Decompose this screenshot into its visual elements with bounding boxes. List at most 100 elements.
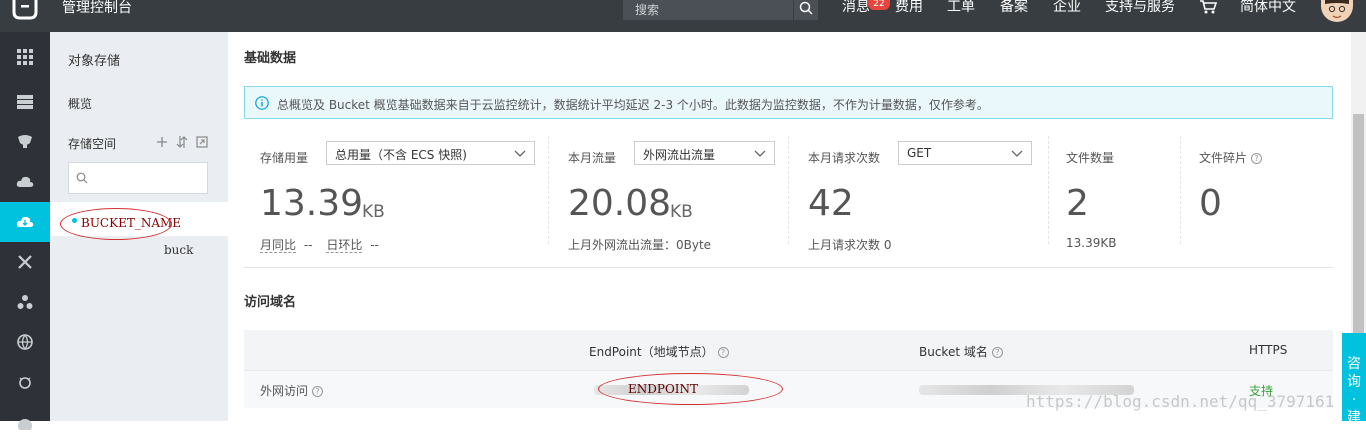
requests-value: 42 (808, 183, 854, 224)
files-value: 2 (1066, 183, 1089, 224)
help-icon[interactable]: ? (717, 347, 729, 358)
avatar-face-icon (1325, 0, 1349, 19)
message-count-badge: 22 (868, 0, 890, 10)
info-icon (255, 96, 269, 110)
rail-cdn[interactable] (0, 282, 50, 322)
storage-unit: KB (362, 202, 385, 222)
bucket-search-input[interactable] (91, 169, 201, 187)
help-icon[interactable]: ? (1251, 153, 1263, 164)
search-icon (76, 172, 88, 184)
info-notice: 总概览及 Bucket 概览基础数据来自于云监控统计，数据统计平均延迟 2-3 … (244, 86, 1333, 119)
cluster-icon (17, 295, 33, 309)
annotation-ellipse (60, 208, 172, 240)
info-text: 总概览及 Bucket 概览基础数据来自于云监控统计，数据统计平均延迟 2-3 … (277, 98, 989, 112)
nav-support[interactable]: 支持与服务 (1105, 0, 1175, 14)
aliyun-logo-icon[interactable] (10, 0, 40, 22)
stat-divider (1048, 136, 1049, 244)
dod-label: 日环比 (326, 238, 363, 253)
nav-billing[interactable]: 费用 (895, 0, 923, 14)
dod-value: -- (370, 238, 379, 252)
circle-icon (18, 419, 32, 430)
storage-type-value: 总用量（不含 ECS 快照) (335, 148, 467, 162)
stat-divider (1180, 136, 1181, 244)
traffic-label: 本月流量 (568, 151, 617, 165)
stat-files: 文件数量 2 13.39KB (1066, 136, 1176, 256)
mom-value: -- (303, 238, 313, 252)
basic-data-title: 基础数据 (244, 51, 297, 66)
th-https: HTTPS (1249, 343, 1288, 357)
nav-messages[interactable]: 消息 (842, 0, 870, 14)
rail-all-products[interactable] (0, 37, 50, 77)
stat-divider (788, 136, 789, 244)
storage-value: 13.39 (260, 183, 364, 224)
mom-label: 月同比 (260, 238, 297, 253)
cart-icon[interactable] (1200, 0, 1218, 14)
nav-language[interactable]: 简体中文 (1240, 0, 1296, 14)
fragments-value: 0 (1199, 183, 1222, 224)
cross-nodes-icon (18, 255, 32, 269)
oss-cloud-icon (16, 216, 34, 227)
domain-table-header: EndPoint（地域节点）? Bucket 域名? HTTPS (244, 330, 1333, 370)
sidebar-buckets-label: 存储空间 (68, 137, 117, 151)
scrollbar-thumb[interactable] (1353, 114, 1364, 344)
storage-type-select[interactable]: 总用量（不含 ECS 快照) (326, 141, 535, 165)
traffic-type-value: 外网流出流量 (643, 148, 716, 162)
consult-label: 咨询·建 (1347, 356, 1361, 426)
files-size: 13.39KB (1066, 236, 1117, 250)
nav-enterprise[interactable]: 企业 (1053, 0, 1081, 14)
stat-divider (548, 136, 549, 244)
expand-icon[interactable] (196, 135, 208, 149)
traffic-type-select[interactable]: 外网流出流量 (634, 141, 775, 165)
console-title[interactable]: 管理控制台 (62, 0, 132, 16)
product-icon-rail (0, 32, 50, 430)
fragments-label: 文件碎片? (1199, 149, 1263, 166)
stat-fragments: 文件碎片? 0 (1199, 136, 1319, 256)
stat-requests: 本月请求次数 GET 42 上月请求次数 0 (808, 136, 1048, 256)
bucket-search-box (68, 162, 208, 194)
request-method-select[interactable]: GET (898, 141, 1032, 165)
sidebar-item-overview[interactable]: 概览 (68, 95, 92, 112)
rail-security[interactable] (0, 362, 50, 402)
search-icon (799, 1, 813, 15)
stat-traffic: 本月流量 外网流出流量 20.08 KB 上月外网流出流量：0Byte (568, 136, 788, 256)
sort-icon[interactable] (176, 135, 188, 149)
nav-tickets[interactable]: 工单 (947, 0, 975, 14)
rail-oss[interactable] (0, 202, 50, 242)
add-bucket-icon[interactable] (156, 135, 168, 149)
rail-ecs[interactable] (0, 82, 50, 122)
help-icon[interactable]: ? (312, 386, 324, 397)
annotation-ellipse (598, 373, 783, 405)
requests-last-month: 上月请求次数 0 (808, 238, 892, 252)
bug-icon (19, 377, 31, 389)
oss-sidebar: 对象存储 概览 存储空间 BUCKET_NAME buck (50, 32, 228, 421)
stat-storage: 存储用量 总用量（不含 ECS 快照) 13.39 KB 月同比 -- 日环比 … (260, 136, 550, 256)
watermark: https://blog.csdn.net/qq_3797161 (1026, 392, 1335, 411)
search-button[interactable] (793, 0, 818, 20)
consult-button[interactable]: 咨询·建 (1342, 333, 1366, 426)
storage-label: 存储用量 (260, 151, 309, 165)
rail-database[interactable] (0, 122, 50, 162)
th-bucket-domain-text: Bucket 域名 (919, 345, 988, 359)
traffic-last-month: 上月外网流出流量：0Byte (568, 238, 712, 252)
traffic-value: 20.08 (568, 183, 672, 224)
files-label: 文件数量 (1066, 151, 1115, 165)
th-bucket-domain: Bucket 域名? (919, 343, 1003, 360)
nav-icp[interactable]: 备案 (1000, 0, 1028, 14)
chevron-down-icon (754, 150, 766, 157)
grid-icon (17, 49, 33, 65)
rail-global[interactable] (0, 322, 50, 362)
sidebar-title: 对象存储 (68, 54, 121, 69)
cloud-icon (16, 176, 34, 187)
globe-icon (17, 334, 33, 350)
rail-more[interactable] (0, 402, 50, 442)
section-divider (244, 267, 1333, 268)
bucket-sub-label: buck (164, 243, 194, 257)
top-bar: 管理控制台 消息 22 费用 工单 备案 企业 支持与服务 简体中文 (0, 0, 1366, 32)
rail-cloud[interactable] (0, 162, 50, 202)
help-icon[interactable]: ? (991, 347, 1003, 358)
rail-network[interactable] (0, 242, 50, 282)
main-content: 基础数据 总概览及 Bucket 概览基础数据来自于云监控统计，数据统计平均延迟… (228, 32, 1366, 421)
access-type-text: 外网访问 (260, 384, 309, 398)
search-input[interactable] (623, 0, 793, 20)
user-avatar[interactable] (1321, 0, 1353, 22)
